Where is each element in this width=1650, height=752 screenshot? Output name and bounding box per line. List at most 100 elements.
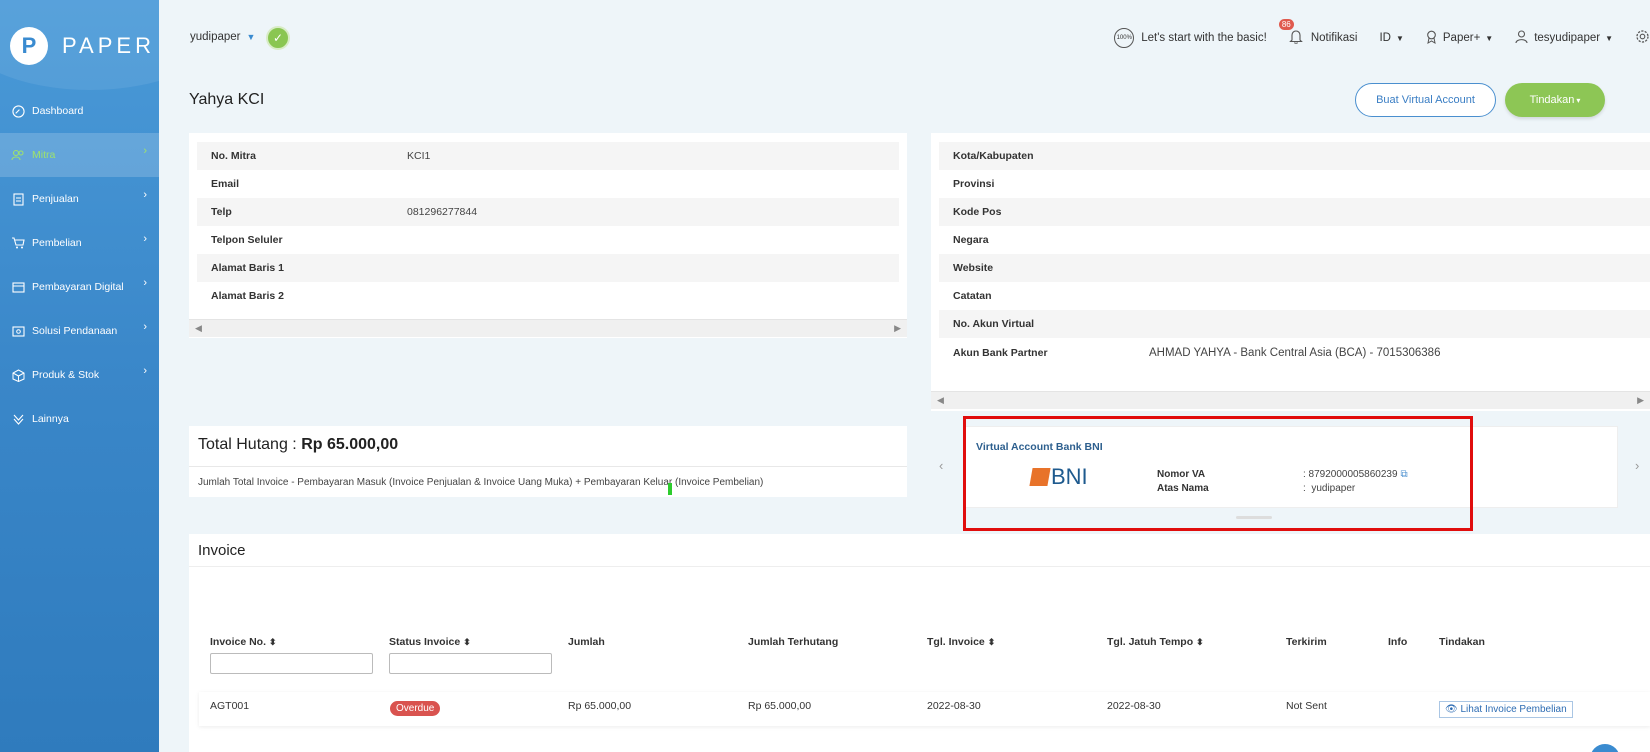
language-selector[interactable]: ID ▼ (1379, 32, 1403, 44)
total-hutang-card: Total Hutang : Rp 65.000,00 Jumlah Total… (189, 426, 907, 497)
info-table: Kota/Kabupaten Provinsi Kode Pos Negara … (931, 133, 1650, 368)
chevron-right-icon: › (143, 189, 147, 201)
column-header-jumlah-terhutang: Jumlah Terhutang (748, 636, 839, 648)
caret-down-icon: ▼ (1605, 33, 1613, 43)
company-selector[interactable]: yudipaper ▼ (190, 31, 255, 43)
info-key: Akun Bank Partner (953, 347, 1048, 359)
user-menu[interactable]: tesyudipaper ▼ (1515, 29, 1613, 47)
info-value: AHMAD YAHYA - Bank Central Asia (BCA) - … (1149, 347, 1441, 359)
carousel-prev-icon[interactable]: ‹ (939, 458, 943, 473)
column-header-info: Info (1388, 636, 1408, 648)
carousel-next-icon[interactable]: › (1635, 458, 1639, 473)
create-virtual-account-button[interactable]: Buat Virtual Account (1355, 83, 1496, 117)
tindakan-dropdown-button[interactable]: Tindakan ▾ (1505, 83, 1605, 117)
chevron-right-icon: › (143, 321, 147, 333)
column-header-tgl-invoice[interactable]: Tgl. Invoice ⬍ (927, 636, 995, 648)
info-key: Negara (953, 234, 989, 246)
more-icon (11, 412, 25, 426)
total-hutang-amount: Rp 65.000,00 (301, 436, 399, 453)
sidebar: P PAPER Dashboard Mitra › Penjualan › Pe… (0, 0, 159, 752)
chevron-right-icon: › (143, 365, 147, 377)
column-label: Invoice No. (210, 636, 267, 648)
info-key: Kota/Kabupaten (953, 150, 1034, 162)
column-label: Status Invoice (389, 636, 461, 648)
info-row: Negara (939, 226, 1650, 254)
sidebar-item-mitra[interactable]: Mitra › (0, 133, 159, 177)
caret-down-icon: ▼ (1395, 33, 1404, 43)
caret-down-icon: ▾ (1576, 95, 1581, 105)
sidebar-nav: Dashboard Mitra › Penjualan › Pembelian … (0, 89, 159, 441)
scroll-right-arrow-icon[interactable]: ▶ (894, 323, 901, 334)
top-header: yudipaper ▼ ✓ 100% Let's start with the b… (159, 0, 1650, 78)
info-row: Website (939, 254, 1650, 282)
chevron-right-icon: › (143, 145, 147, 157)
money-icon (11, 324, 25, 338)
info-row: Kota/Kabupaten (939, 142, 1650, 170)
plan-label: Paper+ (1442, 32, 1481, 44)
scroll-left-arrow-icon[interactable]: ◀ (937, 395, 944, 406)
info-row: No. Akun Virtual (939, 310, 1650, 338)
tgl-invoice-cell: 2022-08-30 (927, 700, 981, 712)
dashboard-icon (11, 104, 25, 118)
info-key: Telpon Seluler (211, 234, 283, 246)
caret-down-icon: ▼ (246, 32, 256, 42)
plan-selector[interactable]: Paper+ ▼ (1426, 30, 1493, 47)
progress-badge-icon: 100% (1114, 28, 1135, 48)
sidebar-item-label: Penjualan (32, 193, 79, 205)
document-icon (11, 192, 25, 206)
chevron-right-icon: › (143, 277, 147, 289)
notification-button[interactable]: 86 Notifikasi (1278, 19, 1357, 47)
sort-icon: ⬍ (463, 637, 471, 647)
tindakan-label: Tindakan (1529, 94, 1575, 106)
sidebar-item-dashboard[interactable]: Dashboard (0, 89, 159, 133)
notification-count-badge: 86 (1278, 19, 1294, 30)
sidebar-item-pembelian[interactable]: Pembelian › (0, 221, 159, 265)
sidebar-item-solusi-pendanaan[interactable]: Solusi Pendanaan › (0, 309, 159, 353)
horizontal-scrollbar[interactable]: ◀ ▶ (931, 391, 1650, 409)
scroll-right-arrow-icon[interactable]: ▶ (1637, 395, 1644, 406)
info-row: Email (197, 170, 899, 198)
info-value: 081296277844 (407, 206, 478, 218)
horizontal-scrollbar[interactable]: ◀ ▶ (189, 319, 907, 337)
total-hutang-title: Total Hutang : Rp 65.000,00 (198, 436, 398, 454)
info-row: Catatan (939, 282, 1650, 310)
sidebar-item-label: Lainnya (32, 413, 69, 425)
page-title: Yahya KCI (189, 91, 265, 108)
brand-name: PAPER (62, 33, 155, 58)
settings-button[interactable] (1635, 29, 1650, 47)
info-key: Provinsi (953, 178, 995, 190)
cart-icon (11, 236, 25, 250)
column-header-status[interactable]: Status Invoice ⬍ (389, 636, 471, 648)
column-header-tgl-jatuh-tempo[interactable]: Tgl. Jatuh Tempo ⬍ (1107, 636, 1204, 648)
info-key: Email (211, 178, 240, 190)
sidebar-item-lainnya[interactable]: Lainnya (0, 397, 159, 441)
info-row: No. Mitra KCI1 (197, 142, 899, 170)
box-icon (11, 368, 25, 382)
sidebar-item-produk-stok[interactable]: Produk & Stok › (0, 353, 159, 397)
column-header-invoice-no[interactable]: Invoice No. ⬍ (210, 636, 277, 648)
divider (189, 466, 907, 467)
sidebar-item-penjualan[interactable]: Penjualan › (0, 177, 159, 221)
onboarding-link[interactable]: 100% Let's start with the basic! (1114, 28, 1267, 48)
language-label: ID (1379, 32, 1391, 44)
terkirim-cell: Not Sent (1286, 700, 1327, 712)
invoice-no-filter-input[interactable] (210, 653, 373, 674)
sidebar-item-pembayaran-digital[interactable]: Pembayaran Digital › (0, 265, 159, 309)
sidebar-item-label: Mitra (32, 149, 56, 161)
info-row: Akun Bank Partner AHMAD YAHYA - Bank Cent… (939, 338, 1650, 368)
status-badge: Overdue (390, 701, 441, 716)
status-filter-input[interactable] (389, 653, 552, 674)
cursor-marker (668, 483, 672, 495)
logo-icon: P (10, 27, 48, 65)
invoice-no-cell: AGT001 (210, 700, 250, 712)
view-purchase-invoice-button[interactable]: 👁︎ Lihat Invoice Pembelian (1439, 701, 1573, 718)
info-key: Alamat Baris 2 (211, 290, 284, 302)
column-label: Tgl. Invoice (927, 636, 985, 648)
scroll-left-arrow-icon[interactable]: ◀ (195, 323, 202, 334)
sort-icon: ⬍ (987, 637, 996, 647)
brand-logo[interactable]: P PAPER (10, 27, 155, 65)
column-header-terkirim: Terkirim (1286, 636, 1327, 648)
tgl-jatuh-tempo-cell: 2022-08-30 (1107, 700, 1161, 712)
total-hutang-label: Total Hutang (198, 436, 288, 453)
column-header-jumlah: Jumlah (568, 636, 605, 648)
